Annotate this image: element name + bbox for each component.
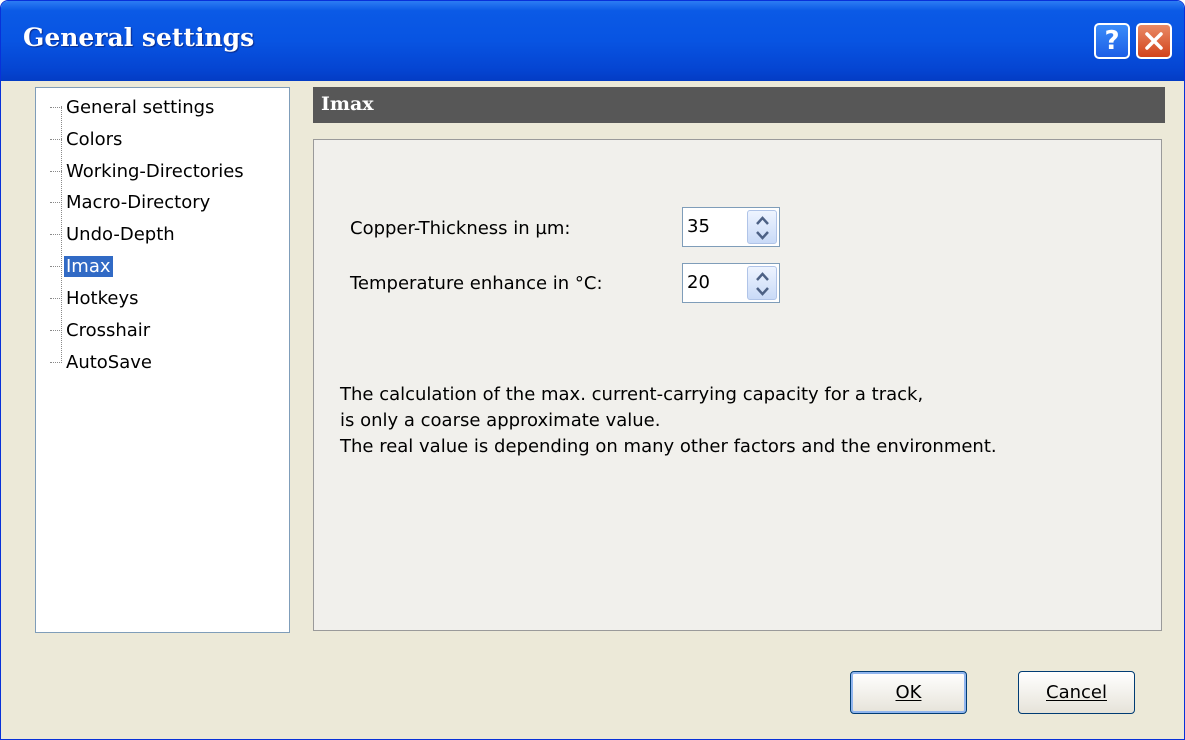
tree-item-label: General settings: [66, 96, 215, 118]
close-icon: [1145, 32, 1163, 50]
tree-item-hotkeys[interactable]: Hotkeys: [50, 283, 141, 313]
tree-item-macro-directory[interactable]: Macro-Directory: [50, 187, 212, 217]
cancel-button-label: Cancel: [1046, 682, 1107, 703]
info-text-line-1: The calculation of the max. current-carr…: [340, 384, 924, 405]
settings-dialog: General settings ? General settings Colo…: [0, 0, 1185, 740]
spin-buttons[interactable]: [747, 266, 777, 300]
copper-thickness-spinbox[interactable]: 35: [682, 207, 780, 247]
tree-branch: [50, 361, 62, 363]
tree-item-colors[interactable]: Colors: [50, 124, 124, 154]
help-icon: ?: [1104, 26, 1120, 56]
tree-item-general-settings[interactable]: General settings: [50, 92, 216, 122]
window-title: General settings: [23, 23, 255, 52]
tree-item-label: Crosshair: [66, 319, 151, 341]
section-header: Imax: [313, 87, 1165, 123]
copper-thickness-label: Copper-Thickness in µm:: [350, 218, 571, 239]
temperature-enhance-value[interactable]: 20: [687, 272, 710, 293]
tree-item-label: Hotkeys: [66, 287, 139, 309]
copper-thickness-value[interactable]: 35: [687, 216, 710, 237]
chevron-up-icon[interactable]: [755, 272, 770, 282]
tree-item-label: Imax: [64, 255, 113, 277]
info-text-line-3: The real value is depending on many othe…: [340, 436, 997, 457]
chevron-down-icon[interactable]: [755, 286, 770, 296]
ok-button[interactable]: OK: [850, 671, 967, 714]
tree-item-label: Working-Directories: [66, 160, 244, 182]
tree-branch: [50, 138, 62, 140]
tree-branch: [50, 170, 62, 172]
tree-item-label: AutoSave: [66, 351, 152, 373]
section-title: Imax: [321, 93, 374, 115]
chevron-down-icon[interactable]: [755, 230, 770, 240]
tree-item-label: Macro-Directory: [66, 191, 211, 213]
help-button[interactable]: ?: [1094, 23, 1130, 59]
title-bar[interactable]: General settings ?: [1, 1, 1184, 81]
tree-item-autosave[interactable]: AutoSave: [50, 347, 154, 377]
imax-settings-panel: Copper-Thickness in µm: 35 Temperature e…: [313, 139, 1162, 631]
close-button[interactable]: [1136, 23, 1172, 59]
tree-branch: [50, 265, 62, 267]
tree-item-label: Undo-Depth: [66, 223, 175, 245]
tree-branch: [50, 233, 62, 235]
temperature-enhance-spinbox[interactable]: 20: [682, 263, 780, 303]
spin-buttons[interactable]: [747, 210, 777, 244]
tree-item-imax[interactable]: Imax: [50, 251, 113, 281]
tree-branch: [50, 201, 62, 203]
temperature-enhance-label: Temperature enhance in °C:: [350, 273, 603, 294]
tree-branch: [50, 329, 62, 331]
tree-item-label: Colors: [66, 128, 123, 150]
info-text-line-2: is only a coarse approximate value.: [340, 410, 661, 431]
ok-button-label: OK: [895, 682, 922, 703]
chevron-up-icon[interactable]: [755, 216, 770, 226]
tree-item-undo-depth[interactable]: Undo-Depth: [50, 219, 177, 249]
settings-tree[interactable]: General settings Colors Working-Director…: [35, 87, 290, 633]
cancel-button[interactable]: Cancel: [1018, 671, 1135, 714]
tree-branch: [50, 106, 62, 108]
tree-item-working-directories[interactable]: Working-Directories: [50, 156, 246, 186]
tree-item-crosshair[interactable]: Crosshair: [50, 315, 152, 345]
tree-branch: [50, 297, 62, 299]
